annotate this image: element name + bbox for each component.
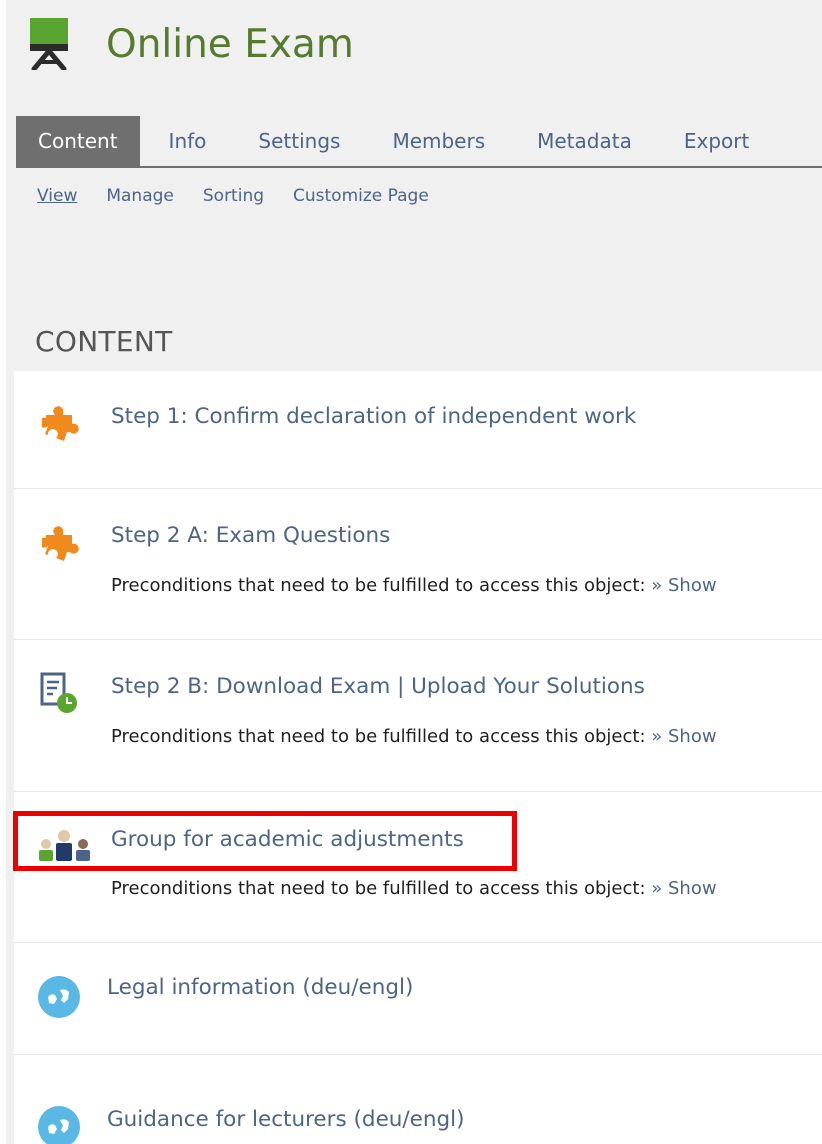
tab-settings[interactable]: Settings bbox=[232, 116, 366, 166]
list-item: Step 2 B: Download Exam | Upload Your So… bbox=[14, 640, 822, 792]
title-row: Online Exam bbox=[30, 14, 354, 74]
item-title-group[interactable]: Group for academic adjustments bbox=[111, 827, 464, 852]
precondition-label: Preconditions that need to be fulfilled … bbox=[111, 726, 646, 747]
sub-tabs: View Manage Sorting Customize Page bbox=[37, 186, 429, 206]
group-people-icon bbox=[39, 830, 90, 861]
subtab-view[interactable]: View bbox=[37, 186, 77, 206]
item-title-step2b[interactable]: Step 2 B: Download Exam | Upload Your So… bbox=[111, 674, 645, 699]
section-heading: CONTENT bbox=[35, 325, 173, 358]
item-title-step2a[interactable]: Step 2 A: Exam Questions bbox=[111, 523, 390, 548]
exercise-clock-icon bbox=[40, 672, 77, 713]
tab-members[interactable]: Members bbox=[366, 116, 511, 166]
list-item: Guidance for lecturers (deu/engl) bbox=[14, 1055, 822, 1144]
precondition-text: Preconditions that need to be fulfilled … bbox=[111, 726, 717, 747]
globe-icon bbox=[38, 976, 80, 1018]
main-tabs: Content Info Settings Members Metadata E… bbox=[16, 116, 822, 168]
show-preconditions-link[interactable]: » Show bbox=[651, 726, 716, 747]
show-preconditions-link[interactable]: » Show bbox=[651, 575, 716, 596]
tab-export[interactable]: Export bbox=[658, 116, 775, 166]
page: Online Exam Content Info Settings Member… bbox=[0, 0, 822, 1144]
puzzle-icon bbox=[42, 406, 79, 441]
item-title-step1[interactable]: Step 1: Confirm declaration of independe… bbox=[111, 404, 636, 429]
item-title-guidance[interactable]: Guidance for lecturers (deu/engl) bbox=[107, 1107, 465, 1132]
chalkboard-easel-icon bbox=[30, 18, 68, 70]
tab-info[interactable]: Info bbox=[140, 116, 233, 166]
subtab-sorting[interactable]: Sorting bbox=[203, 186, 264, 206]
puzzle-icon bbox=[42, 526, 79, 561]
content-list: Step 1: Confirm declaration of independe… bbox=[14, 371, 822, 1144]
tab-content[interactable]: Content bbox=[16, 116, 140, 166]
list-item: Legal information (deu/engl) bbox=[14, 943, 822, 1055]
page-title: Online Exam bbox=[106, 21, 354, 67]
precondition-label: Preconditions that need to be fulfilled … bbox=[111, 878, 646, 899]
tab-metadata[interactable]: Metadata bbox=[511, 116, 658, 166]
item-title-legal[interactable]: Legal information (deu/engl) bbox=[107, 975, 413, 1000]
left-border bbox=[0, 0, 6, 1144]
show-preconditions-link[interactable]: » Show bbox=[651, 878, 716, 899]
precondition-text: Preconditions that need to be fulfilled … bbox=[111, 878, 717, 899]
subtab-manage[interactable]: Manage bbox=[106, 186, 174, 206]
precondition-text: Preconditions that need to be fulfilled … bbox=[111, 575, 717, 596]
precondition-label: Preconditions that need to be fulfilled … bbox=[111, 575, 646, 596]
subtab-customize-page[interactable]: Customize Page bbox=[293, 186, 429, 206]
list-item: Step 2 A: Exam Questions Preconditions t… bbox=[14, 489, 822, 640]
list-item: Group for academic adjustments Precondit… bbox=[14, 792, 822, 943]
globe-icon bbox=[38, 1106, 80, 1144]
list-item: Step 1: Confirm declaration of independe… bbox=[14, 371, 822, 489]
